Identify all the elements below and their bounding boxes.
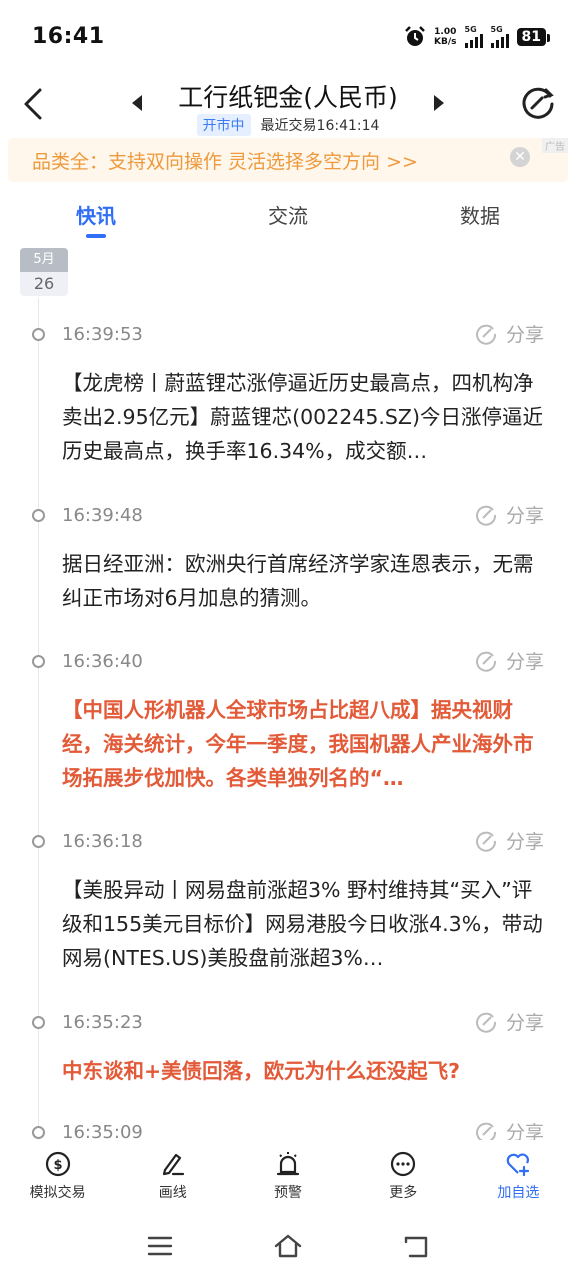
share-icon bbox=[476, 324, 496, 345]
more-button[interactable]: 更多 bbox=[346, 1140, 461, 1212]
timeline-dot bbox=[32, 1016, 45, 1029]
sim1-label: 5G bbox=[464, 25, 477, 34]
network-speed-value: 1.00 bbox=[434, 27, 457, 37]
share-icon bbox=[476, 651, 496, 672]
header-subline: 开市中 最近交易16:41:14 bbox=[0, 114, 576, 136]
news-body-highlight[interactable]: 中东谈和+美债回落，欧元为什么还没起飞? bbox=[62, 1054, 548, 1088]
ad-close-button[interactable]: ✕ bbox=[510, 147, 530, 167]
header: 工行纸钯金(人民币) 开市中 最近交易16:41:14 bbox=[0, 74, 576, 138]
news-feed[interactable]: 16:39:53 分享 【龙虎榜丨蔚蓝锂芯涨停逼近历史最高点，四机构净卖出2.9… bbox=[0, 298, 576, 1140]
add-favorite-label: 加自选 bbox=[497, 1185, 540, 1201]
share-label: 分享 bbox=[505, 1122, 544, 1140]
tab-data[interactable]: 数据 bbox=[420, 200, 540, 229]
news-body-highlight[interactable]: 【中国人形机器人全球市场占比超八成】据央视财经，海关统计，今年一季度，我国机器人… bbox=[62, 693, 548, 795]
news-time: 16:39:48 bbox=[62, 505, 143, 526]
share-button[interactable]: 分享 bbox=[474, 647, 544, 674]
date-day: 26 bbox=[20, 272, 68, 296]
last-trade-time: 最近交易16:41:14 bbox=[260, 118, 380, 134]
date-badge: 5月 26 bbox=[20, 248, 68, 296]
share-label: 分享 bbox=[505, 324, 544, 346]
share-icon bbox=[476, 1122, 496, 1140]
alarm-bell-icon bbox=[276, 1152, 300, 1176]
alert-button[interactable]: 预警 bbox=[230, 1140, 345, 1212]
share-label: 分享 bbox=[505, 651, 544, 673]
refresh-button[interactable] bbox=[518, 84, 558, 124]
tab-flash-news[interactable]: 快讯 bbox=[36, 200, 156, 229]
svg-text:$: $ bbox=[53, 1158, 62, 1173]
timeline-dot bbox=[32, 509, 45, 522]
next-instrument-button[interactable] bbox=[430, 92, 448, 114]
tab-bar: 快讯 交流 数据 bbox=[0, 192, 576, 244]
network-speed: 1.00 KB/s bbox=[434, 27, 456, 47]
simulated-trade-button[interactable]: $ 模拟交易 bbox=[0, 1140, 115, 1212]
home-icon[interactable] bbox=[272, 1230, 304, 1262]
news-time: 16:36:40 bbox=[62, 651, 143, 672]
date-month: 5月 bbox=[20, 248, 68, 272]
network-speed-unit: KB/s bbox=[434, 37, 457, 47]
more-label: 更多 bbox=[389, 1185, 418, 1201]
more-icon bbox=[391, 1151, 416, 1177]
alert-label: 预警 bbox=[274, 1185, 302, 1201]
timeline-dot bbox=[32, 1126, 45, 1139]
news-time: 16:39:53 bbox=[62, 324, 143, 345]
page-title: 工行纸钯金(人民币) bbox=[178, 83, 398, 112]
simulated-trade-icon: $ bbox=[45, 1151, 70, 1177]
status-bar: 16:41 1.00 KB/s 5G 5G 81 bbox=[0, 0, 576, 74]
bottom-toolbar: $ 模拟交易 画线 预警 更多 加自选 bbox=[0, 1140, 576, 1212]
status-time: 16:41 bbox=[32, 24, 105, 49]
signal-2-icon: 5G bbox=[490, 25, 509, 48]
menu-icon[interactable] bbox=[144, 1230, 176, 1262]
share-button[interactable]: 分享 bbox=[474, 1118, 544, 1140]
system-nav-bar bbox=[0, 1212, 576, 1280]
share-button[interactable]: 分享 bbox=[474, 827, 544, 854]
news-time: 16:35:23 bbox=[62, 1012, 143, 1033]
draw-line-icon bbox=[162, 1153, 184, 1176]
battery-icon: 81 bbox=[516, 28, 551, 46]
back-nav-icon[interactable] bbox=[400, 1230, 432, 1262]
timeline-dot bbox=[32, 835, 45, 848]
share-icon bbox=[476, 505, 496, 526]
active-tab-indicator bbox=[86, 234, 106, 238]
news-body[interactable]: 【龙虎榜丨蔚蓝锂芯涨停逼近历史最高点，四机构净卖出2.95亿元】蔚蓝锂芯(002… bbox=[62, 366, 548, 468]
share-button[interactable]: 分享 bbox=[474, 320, 544, 347]
draw-line-label: 画线 bbox=[158, 1185, 187, 1201]
simulated-trade-label: 模拟交易 bbox=[29, 1185, 86, 1201]
alarm-clock-icon bbox=[405, 26, 425, 46]
share-label: 分享 bbox=[505, 505, 544, 527]
market-status-badge: 开市中 bbox=[196, 114, 251, 136]
ad-text[interactable]: 品类全：支持双向操作 灵活选择多空方向 >> bbox=[32, 147, 418, 174]
news-body[interactable]: 【美股异动丨网易盘前涨超3% 野村维持其“买入”评级和155美元目标价】网易港股… bbox=[62, 873, 548, 975]
ad-banner[interactable]: 品类全：支持双向操作 灵活选择多空方向 >> ✕ 广告 bbox=[8, 138, 568, 182]
timeline-dot bbox=[32, 328, 45, 341]
share-icon bbox=[476, 1012, 496, 1033]
share-label: 分享 bbox=[505, 831, 544, 853]
share-label: 分享 bbox=[505, 1012, 544, 1034]
status-icons: 1.00 KB/s 5G 5G 81 bbox=[404, 25, 551, 48]
sim2-label: 5G bbox=[490, 25, 503, 34]
news-time: 16:36:18 bbox=[62, 831, 143, 852]
ad-tag: 广告 bbox=[542, 138, 568, 153]
share-button[interactable]: 分享 bbox=[474, 501, 544, 528]
heart-plus-icon bbox=[507, 1153, 530, 1177]
news-time: 16:35:09 bbox=[62, 1122, 143, 1140]
timeline-dot bbox=[32, 655, 45, 668]
share-button[interactable]: 分享 bbox=[474, 1008, 544, 1035]
share-icon bbox=[476, 831, 496, 852]
news-body[interactable]: 据日经亚洲：欧洲央行首席经济学家连恩表示，无需纠正市场对6月加息的猜测。 bbox=[62, 547, 548, 615]
draw-line-button[interactable]: 画线 bbox=[115, 1140, 230, 1212]
signal-1-icon: 5G bbox=[464, 25, 483, 48]
add-favorite-button[interactable]: 加自选 bbox=[461, 1140, 576, 1212]
tab-discussion[interactable]: 交流 bbox=[228, 200, 348, 229]
